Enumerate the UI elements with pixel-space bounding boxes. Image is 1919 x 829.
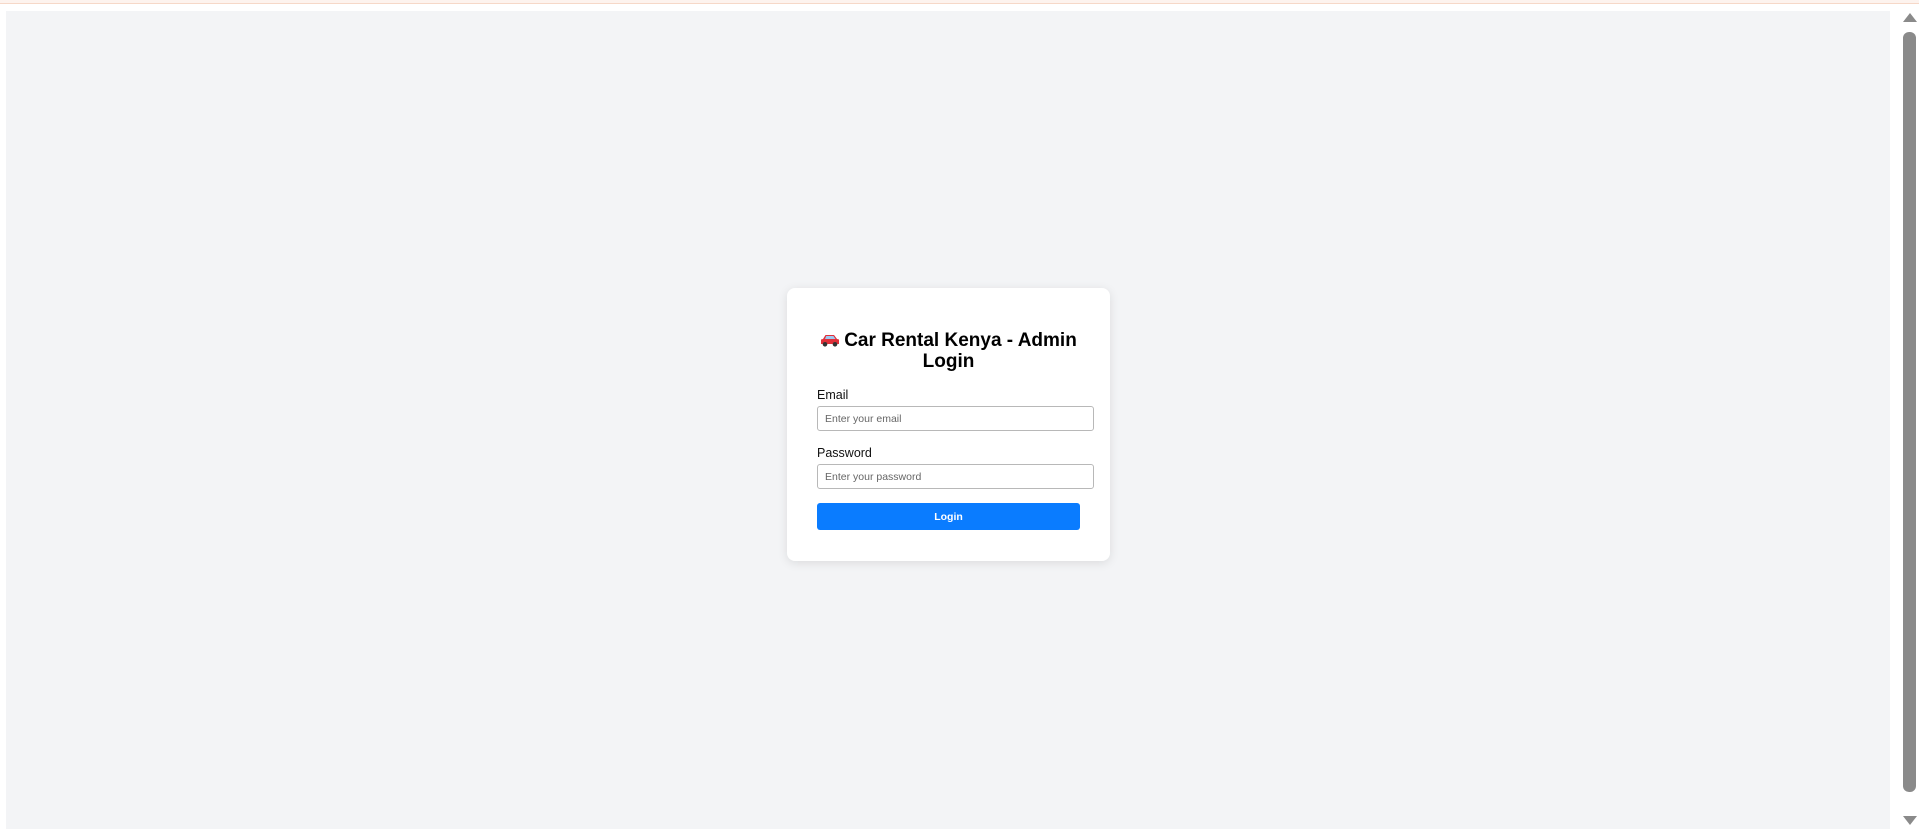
password-field[interactable]: [817, 464, 1094, 489]
scroll-thumb[interactable]: [1903, 32, 1916, 792]
top-border-strip: [0, 0, 1919, 4]
login-button[interactable]: Login: [817, 503, 1080, 530]
page-viewport: Car Rental Kenya - Admin Login Email Pas…: [6, 11, 1890, 829]
scroll-up-arrow-icon[interactable]: [1903, 13, 1917, 22]
email-label: Email: [817, 388, 849, 402]
login-title-text: Car Rental Kenya - Admin Login: [844, 330, 1077, 372]
car-icon: [821, 335, 840, 347]
login-title: Car Rental Kenya - Admin Login: [817, 330, 1080, 372]
login-card: Car Rental Kenya - Admin Login Email Pas…: [787, 288, 1110, 561]
email-field[interactable]: [817, 406, 1094, 431]
scroll-down-arrow-icon[interactable]: [1903, 816, 1917, 825]
vertical-scrollbar[interactable]: [1900, 11, 1919, 829]
password-label: Password: [817, 446, 872, 460]
